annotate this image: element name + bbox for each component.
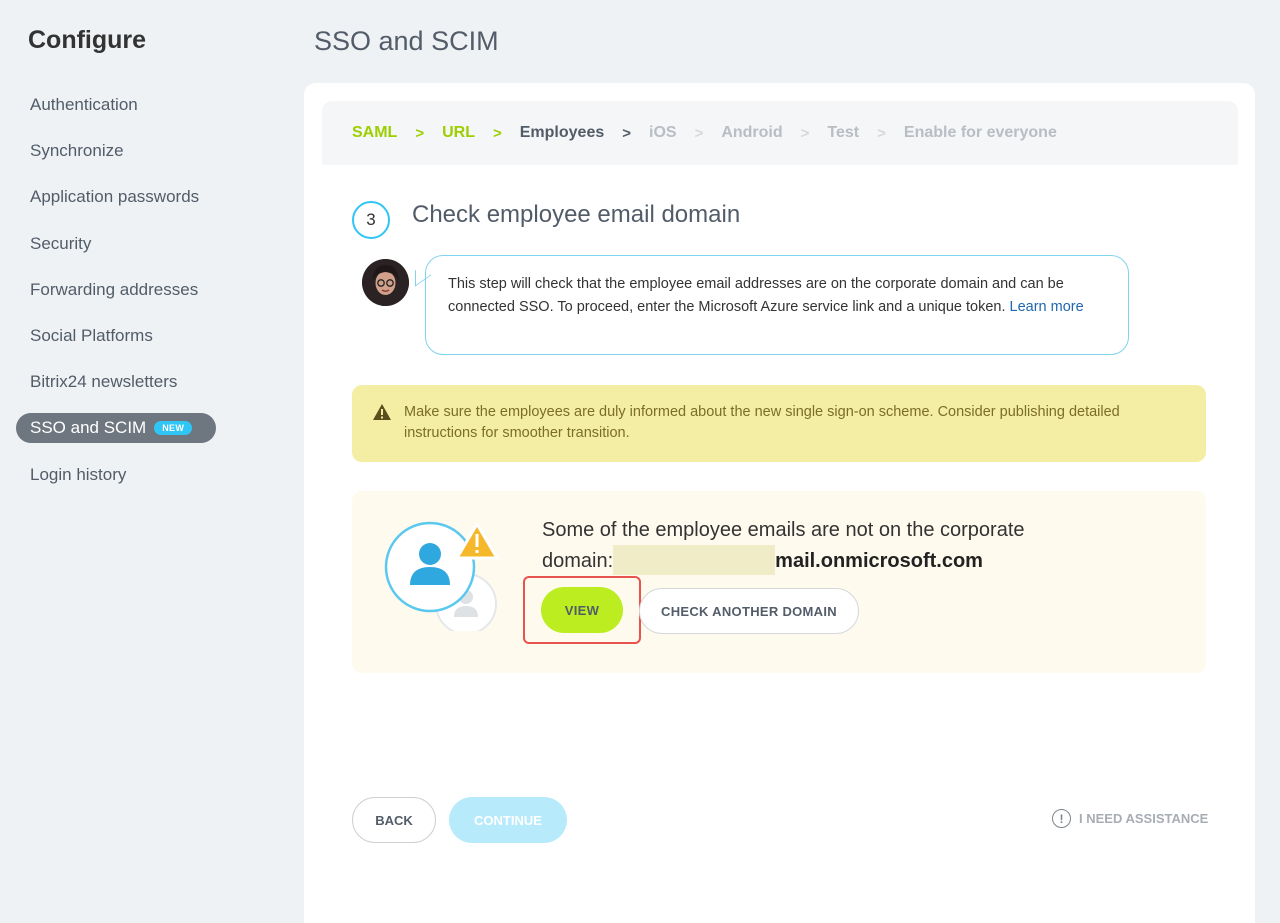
sidebar-item-label: Forwarding addresses bbox=[30, 279, 199, 299]
step-android: Android bbox=[721, 124, 783, 141]
sidebar-item-synchronize[interactable]: Synchronize bbox=[16, 136, 236, 166]
step-url[interactable]: URL bbox=[442, 124, 475, 142]
step-number: 3 bbox=[352, 201, 390, 239]
learn-more-link[interactable]: Learn more bbox=[1010, 299, 1084, 315]
continue-button[interactable]: CONTINUE bbox=[449, 797, 567, 843]
main-card: SAML > URL > Employees > iOS > Android >… bbox=[304, 83, 1255, 923]
result-text-line1: Some of the employee emails are not on t… bbox=[542, 519, 1025, 541]
result-message: Some of the employee emails are not on t… bbox=[542, 516, 1162, 576]
back-button[interactable]: BACK bbox=[352, 797, 436, 843]
info-icon: ! bbox=[1052, 809, 1071, 828]
step-ios: iOS bbox=[649, 124, 677, 141]
sidebar-item-login-history[interactable]: Login history bbox=[16, 460, 236, 490]
sidebar-item-label: Security bbox=[30, 233, 92, 253]
sidebar-item-label: SSO and SCIM bbox=[30, 418, 147, 438]
bubble-text: This step will check that the employee e… bbox=[448, 276, 1064, 315]
step-test: Test bbox=[827, 124, 860, 141]
need-assistance-link[interactable]: ! I NEED ASSISTANCE bbox=[1052, 809, 1208, 828]
chevron-right-icon: > bbox=[694, 124, 704, 142]
sidebar-item-forwarding-addresses[interactable]: Forwarding addresses bbox=[16, 275, 236, 305]
domain-suffix: mail.onmicrosoft.com bbox=[775, 550, 983, 572]
step-saml[interactable]: SAML bbox=[352, 124, 397, 142]
sidebar-item-authentication[interactable]: Authentication bbox=[16, 90, 236, 120]
new-badge: NEW bbox=[154, 421, 193, 436]
sidebar-item-label: Synchronize bbox=[30, 141, 124, 161]
chevron-right-icon: > bbox=[877, 124, 886, 142]
warning-banner: Make sure the employees are duly informe… bbox=[352, 385, 1206, 462]
chevron-right-icon: > bbox=[800, 124, 810, 142]
page-title: SSO and SCIM bbox=[314, 26, 499, 56]
user-warning-illustration bbox=[384, 521, 499, 631]
chevron-right-icon: > bbox=[415, 124, 425, 142]
check-another-domain-button[interactable]: CHECK ANOTHER DOMAIN bbox=[639, 588, 859, 634]
step-enable-for-everyone: Enable for everyone bbox=[903, 124, 1057, 141]
step-employees[interactable]: Employees bbox=[520, 124, 604, 142]
sidebar-item-label: Authentication bbox=[30, 95, 138, 114]
sidebar-item-security[interactable]: Security bbox=[16, 229, 236, 259]
sidebar-item-label: Bitrix24 newsletters bbox=[30, 372, 178, 392]
step-heading: Check employee email domain bbox=[412, 201, 741, 228]
sidebar-nav: Authentication Synchronize Application p… bbox=[16, 90, 236, 506]
sidebar-item-label: Login history bbox=[30, 464, 127, 484]
result-text-prefix: domain: bbox=[542, 550, 614, 572]
sidebar-item-label: Social Platforms bbox=[30, 325, 153, 345]
chevron-right-icon: > bbox=[492, 124, 502, 142]
chevron-right-icon: > bbox=[622, 124, 631, 142]
assistant-portrait-icon bbox=[362, 259, 409, 306]
stepper: SAML > URL > Employees > iOS > Android >… bbox=[322, 101, 1238, 165]
info-bubble: This step will check that the employee e… bbox=[425, 255, 1129, 355]
sidebar-title: Configure bbox=[28, 26, 147, 54]
sidebar-item-application-passwords[interactable]: Application passwords bbox=[16, 182, 236, 212]
assistant-avatar bbox=[362, 259, 409, 306]
domain-check-result: Some of the employee emails are not on t… bbox=[352, 491, 1206, 673]
view-button[interactable]: VIEW bbox=[541, 587, 623, 633]
warning-text: Make sure the employees are duly informe… bbox=[404, 404, 1120, 441]
redacted-domain bbox=[613, 545, 776, 575]
sidebar-item-social-platforms[interactable]: Social Platforms bbox=[16, 321, 236, 351]
sidebar: Configure Authentication Synchronize App… bbox=[0, 0, 300, 923]
sidebar-item-sso-and-scim[interactable]: SSO and SCIM NEW bbox=[16, 413, 216, 444]
warning-triangle-icon bbox=[373, 404, 391, 420]
sidebar-item-label: Application passwords bbox=[30, 187, 200, 207]
assist-label: I NEED ASSISTANCE bbox=[1079, 811, 1209, 826]
sidebar-item-bitrix24-newsletters[interactable]: Bitrix24 newsletters bbox=[16, 367, 236, 397]
